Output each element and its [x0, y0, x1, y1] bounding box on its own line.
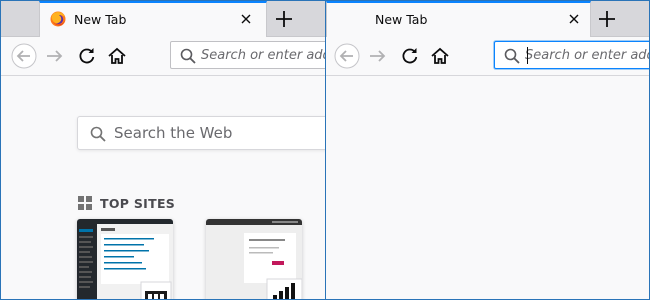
url-input[interactable]	[201, 46, 325, 64]
new-tab-page: TOP SITES	[1, 76, 325, 299]
home-icon[interactable]	[427, 43, 453, 69]
back-arrow-icon[interactable]	[334, 43, 360, 69]
top-site-tile[interactable]	[206, 219, 302, 299]
grid-icon	[78, 196, 92, 210]
plus-icon[interactable]	[271, 6, 297, 32]
forward-arrow-icon[interactable]	[42, 43, 68, 69]
url-bar[interactable]	[170, 41, 325, 69]
firefox-logo-icon	[50, 11, 66, 27]
back-arrow-icon[interactable]	[11, 43, 37, 69]
tab-title: New Tab	[74, 12, 127, 27]
text-cursor	[527, 47, 528, 64]
tab-new-tab[interactable]: New Tab	[326, 1, 591, 37]
navigation-toolbar	[1, 37, 325, 76]
reload-icon[interactable]	[397, 43, 423, 69]
url-input[interactable]	[525, 46, 649, 64]
home-icon[interactable]	[104, 43, 130, 69]
plus-icon[interactable]	[594, 6, 620, 32]
close-icon[interactable]	[240, 13, 252, 25]
left-browser-window: New Tab Search or enter address Search t…	[1, 1, 325, 299]
web-search-input[interactable]	[114, 124, 324, 142]
right-browser-window: New Tab	[326, 1, 649, 299]
close-icon[interactable]	[568, 13, 580, 25]
search-icon	[90, 126, 106, 142]
blank-page	[326, 76, 649, 299]
search-icon	[180, 48, 196, 64]
web-search-box[interactable]	[77, 116, 325, 150]
top-site-tile[interactable]	[77, 219, 173, 299]
tab-title: New Tab	[375, 12, 428, 27]
top-sites-label: TOP SITES	[100, 196, 176, 211]
url-bar[interactable]	[494, 41, 649, 69]
forward-arrow-icon[interactable]	[365, 43, 391, 69]
tab-new-tab[interactable]: New Tab	[39, 1, 267, 37]
site-thumbnail	[206, 219, 302, 299]
navigation-toolbar	[326, 37, 649, 76]
tab-strip: New Tab	[326, 1, 649, 37]
search-icon	[504, 48, 520, 64]
tab-strip: New Tab	[1, 1, 325, 37]
site-thumbnail	[77, 219, 173, 299]
reload-icon[interactable]	[74, 43, 100, 69]
